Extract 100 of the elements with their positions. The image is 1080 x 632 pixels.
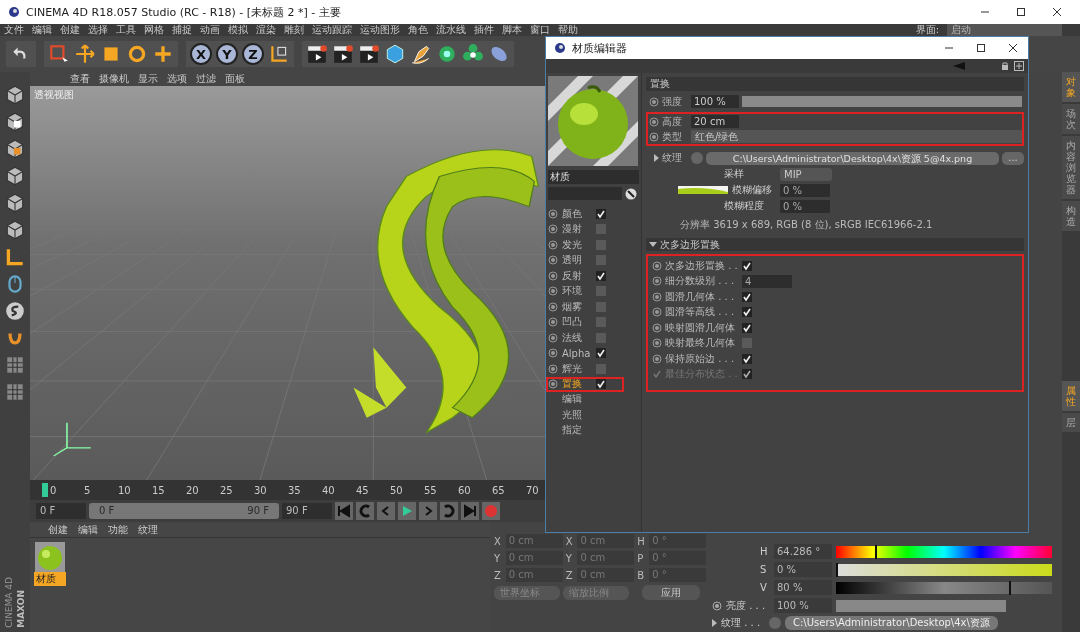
- cube-icon[interactable]: [4, 192, 26, 214]
- cube-icon[interactable]: [384, 43, 406, 65]
- menu-item[interactable]: 运动跟踪: [312, 23, 352, 37]
- menu-item[interactable]: 角色: [408, 23, 428, 37]
- start-frame-field[interactable]: 0 F: [36, 503, 86, 519]
- channel-checkbox[interactable]: [596, 301, 606, 312]
- menu-item[interactable]: 雕刻: [284, 23, 304, 37]
- channel-item[interactable]: Alpha: [562, 347, 592, 359]
- option-checkbox[interactable]: [742, 353, 752, 364]
- channel-item[interactable]: 凹凸: [562, 315, 592, 330]
- channel-checkbox[interactable]: [596, 286, 606, 297]
- apply-button[interactable]: 应用: [642, 585, 700, 600]
- radio-icon[interactable]: [548, 208, 558, 219]
- cube-icon[interactable]: [4, 84, 26, 106]
- material-menu-item[interactable]: 创建: [48, 522, 68, 537]
- material-menu-item[interactable]: 纹理: [138, 522, 158, 537]
- channel-checkbox[interactable]: [596, 255, 606, 266]
- menu-item[interactable]: 动画: [200, 23, 220, 37]
- sampling-dropdown[interactable]: MIP: [780, 167, 832, 181]
- option-checkbox[interactable]: [742, 338, 752, 349]
- menu-item[interactable]: 编辑: [32, 23, 52, 37]
- channel-checkbox[interactable]: [596, 363, 606, 374]
- material-menu-item[interactable]: 功能: [108, 522, 128, 537]
- cube-icon[interactable]: [4, 219, 26, 241]
- menu-item[interactable]: 插件: [474, 23, 494, 37]
- section-header[interactable]: 次多边形置换: [660, 237, 720, 252]
- radio-icon[interactable]: [649, 131, 659, 142]
- option-checkbox[interactable]: [742, 291, 752, 302]
- menu-item[interactable]: 帮助: [558, 23, 578, 37]
- play-icon[interactable]: [398, 502, 416, 520]
- radio-icon[interactable]: [548, 301, 558, 312]
- radio-icon[interactable]: [548, 239, 558, 250]
- cube-icon[interactable]: [4, 165, 26, 187]
- radio-icon[interactable]: [548, 348, 558, 359]
- menu-item[interactable]: 选择: [88, 23, 108, 37]
- texture-path-field[interactable]: C:\Users\Administrator\Desktop\4x\资源 5@4x.png: [706, 151, 999, 165]
- number-field[interactable]: 0 %: [780, 183, 830, 197]
- editor-page-item[interactable]: 指定: [548, 423, 639, 439]
- menu-item[interactable]: 渲染: [256, 23, 276, 37]
- move-icon[interactable]: [74, 43, 96, 65]
- rotate-icon[interactable]: [126, 43, 148, 65]
- channel-checkbox[interactable]: [596, 239, 606, 250]
- radio-icon[interactable]: [652, 276, 662, 287]
- brightness-field[interactable]: 100 %: [774, 598, 832, 613]
- side-tab[interactable]: 内容浏览器: [1062, 136, 1080, 199]
- type-dropdown[interactable]: 红色/绿色: [691, 130, 1022, 143]
- pen-icon[interactable]: [410, 43, 432, 65]
- viewport-menu-item[interactable]: 过滤: [196, 72, 216, 86]
- browse-button[interactable]: ...: [1002, 151, 1024, 165]
- menu-item[interactable]: 窗口: [530, 23, 550, 37]
- slider-thumb[interactable]: [1008, 580, 1011, 595]
- viewport-menu-item[interactable]: 显示: [138, 72, 158, 86]
- maximize-icon[interactable]: [976, 43, 986, 53]
- radio-icon[interactable]: [548, 224, 558, 235]
- axis-lock-button[interactable]: X: [190, 43, 212, 65]
- slider-fill[interactable]: [742, 96, 1022, 107]
- playhead-marker[interactable]: [42, 483, 48, 497]
- menu-item[interactable]: 工具: [116, 23, 136, 37]
- color-value-field[interactable]: 64.286 °: [774, 544, 832, 559]
- channel-checkbox[interactable]: [596, 332, 606, 343]
- channel-checkbox[interactable]: [596, 224, 606, 235]
- color-slider[interactable]: [836, 581, 1052, 594]
- number-field[interactable]: 100 %: [691, 95, 739, 108]
- channel-checkbox[interactable]: [596, 379, 606, 390]
- color-slider[interactable]: [836, 545, 1052, 558]
- option-checkbox[interactable]: [742, 322, 752, 333]
- menu-item[interactable]: 流水线: [436, 23, 466, 37]
- clapper-icon[interactable]: [332, 43, 354, 65]
- side-tab[interactable]: 场次: [1062, 104, 1080, 134]
- option-checkbox[interactable]: [742, 307, 752, 318]
- editor-page-item[interactable]: 编辑: [548, 392, 639, 408]
- color-slider[interactable]: [836, 563, 1052, 576]
- close-icon[interactable]: [1052, 7, 1062, 17]
- radio-icon[interactable]: [652, 307, 662, 318]
- radio-icon[interactable]: [548, 379, 558, 390]
- radio-icon[interactable]: [649, 116, 659, 127]
- editor-page-item[interactable]: 光照: [548, 407, 639, 423]
- axis-lock-button[interactable]: Z: [242, 43, 264, 65]
- radio-icon[interactable]: [652, 291, 662, 302]
- sphere-icon[interactable]: [4, 300, 26, 322]
- clapper-icon[interactable]: [306, 43, 328, 65]
- texture-path-field[interactable]: C:\Users\Administrator\Desktop\4x\资源: [785, 616, 998, 630]
- material-name[interactable]: 材质: [34, 572, 66, 586]
- picker-icon[interactable]: [625, 187, 637, 200]
- radio-icon[interactable]: [712, 600, 722, 611]
- menu-item[interactable]: 模拟: [228, 23, 248, 37]
- radio-icon[interactable]: [652, 353, 662, 364]
- number-field[interactable]: 20 cm: [691, 115, 739, 128]
- clapper-icon[interactable]: [358, 43, 380, 65]
- slider-thumb[interactable]: [874, 544, 877, 559]
- grid-icon[interactable]: [4, 381, 26, 403]
- channel-item[interactable]: 置换: [562, 377, 592, 392]
- viewport-menu-item[interactable]: 面板: [225, 72, 245, 86]
- channel-item[interactable]: 透明: [562, 253, 592, 268]
- grid-icon[interactable]: [4, 354, 26, 376]
- viewport-menu-item[interactable]: 查看: [70, 72, 90, 86]
- next-key-icon[interactable]: [440, 502, 458, 520]
- channel-item[interactable]: 发光: [562, 237, 592, 252]
- channel-item[interactable]: 法线: [562, 330, 592, 345]
- radio-icon[interactable]: [652, 322, 662, 333]
